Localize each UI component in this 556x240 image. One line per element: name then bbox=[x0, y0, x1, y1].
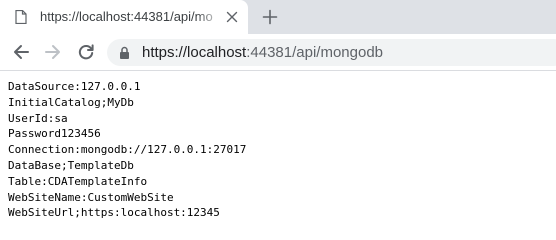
page-icon bbox=[15, 10, 27, 24]
arrow-left-icon[interactable] bbox=[12, 43, 30, 61]
arrow-right-icon[interactable] bbox=[44, 43, 62, 61]
tab-strip: https://localhost:44381/api/mo bbox=[0, 0, 556, 34]
url-text[interactable]: https://localhost:44381/api/mongodb bbox=[142, 44, 383, 61]
browser-toolbar: https://localhost:44381/api/mongodb bbox=[0, 34, 556, 71]
content-line: UserId:sa bbox=[8, 111, 68, 125]
content-line: DataSource:127.0.0.1 bbox=[8, 80, 141, 93]
url-host: https://localhost bbox=[142, 44, 247, 61]
content-line: DataBase;TemplateDb bbox=[8, 158, 134, 172]
content-line: Password123456 bbox=[8, 127, 101, 141]
content-line: WebSiteUrl;https:localhost:12345 bbox=[8, 206, 220, 220]
content-line: Table:CDATemplateInfo bbox=[8, 174, 148, 188]
tab-active[interactable]: https://localhost:44381/api/mo bbox=[0, 0, 248, 34]
tab-title-fade bbox=[196, 6, 224, 28]
url-path: :44381/api/mongodb bbox=[246, 44, 384, 61]
plus-icon[interactable] bbox=[262, 9, 278, 25]
content-line: InitialCatalog;MyDb bbox=[8, 95, 134, 109]
content-line: WebSiteName:CustomWebSite bbox=[8, 190, 174, 204]
content-line: Connection:mongodb://127.0.0.1:27017 bbox=[8, 143, 247, 157]
address-bar[interactable]: https://localhost:44381/api/mongodb bbox=[107, 39, 556, 66]
lock-icon[interactable] bbox=[119, 46, 130, 59]
page-content: DataSource:127.0.0.1 InitialCatalog;MyDb… bbox=[8, 79, 548, 221]
tab-title: https://localhost:44381/api/mo bbox=[40, 9, 213, 24]
reload-icon[interactable] bbox=[77, 43, 95, 61]
close-icon[interactable] bbox=[226, 11, 238, 23]
